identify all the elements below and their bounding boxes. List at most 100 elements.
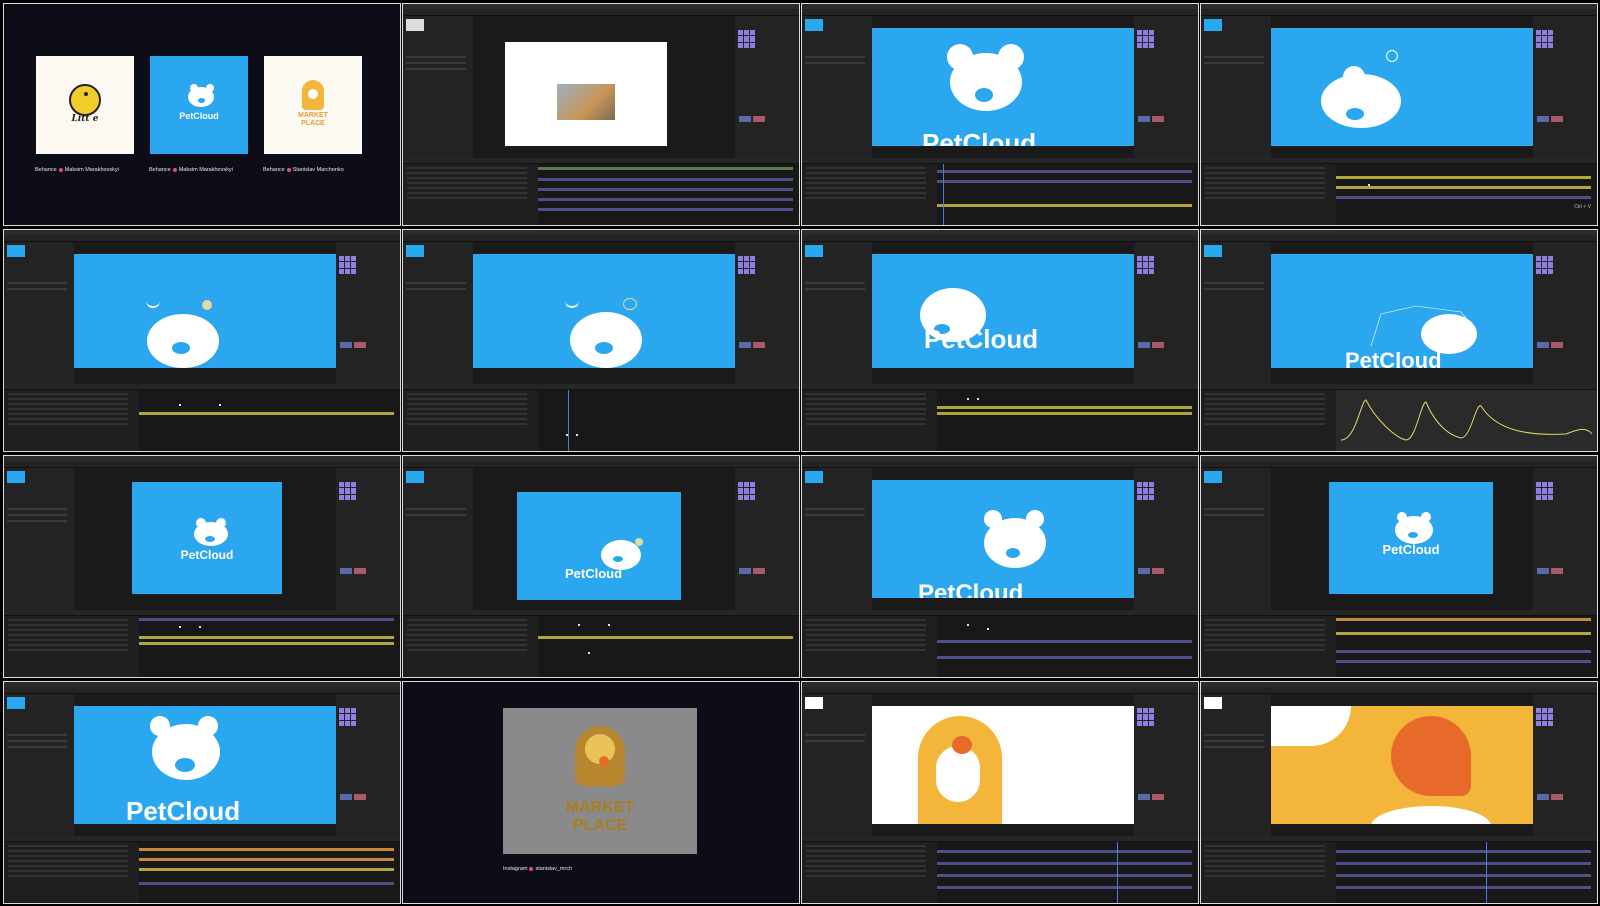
- effects-panel[interactable]: [735, 468, 799, 610]
- project-panel[interactable]: [1201, 16, 1271, 158]
- composition-viewer[interactable]: PetCloud: [872, 468, 1134, 610]
- effects-panel[interactable]: [735, 242, 799, 384]
- project-panel[interactable]: [403, 468, 473, 610]
- composition-viewer[interactable]: PetCloud: [872, 16, 1134, 158]
- tool-bar[interactable]: [1201, 461, 1597, 473]
- project-panel[interactable]: [403, 16, 473, 158]
- market-logo-showcase: MARKET PLACE Instagram stanislav_mrch: [402, 681, 800, 904]
- ae-frame-photo: [402, 3, 800, 226]
- ae-frame-petcloud-ears: PetCloud: [801, 455, 1199, 678]
- timeline-panel[interactable]: [802, 158, 1198, 225]
- dog-ear-icon: [952, 736, 972, 754]
- graph-editor-panel[interactable]: [1201, 384, 1597, 451]
- speed-graph: [1340, 399, 1593, 441]
- timeline-panel[interactable]: [403, 158, 799, 225]
- dog-head-icon: [308, 89, 318, 99]
- timeline-panel[interactable]: [4, 610, 400, 677]
- tool-bar[interactable]: [4, 235, 400, 247]
- ae-frame-market-dog: [801, 681, 1199, 904]
- composition-viewer[interactable]: PetCloud: [74, 694, 336, 836]
- composition-viewer[interactable]: PetCloud: [1271, 468, 1533, 610]
- project-panel[interactable]: [4, 242, 74, 384]
- project-panel[interactable]: [4, 468, 74, 610]
- petcloud-wordmark: PetCloud: [179, 111, 219, 121]
- timeline-panel[interactable]: [1201, 836, 1597, 903]
- project-panel[interactable]: [403, 242, 473, 384]
- timeline-panel[interactable]: [802, 610, 1198, 677]
- composition-viewer[interactable]: [1271, 694, 1533, 836]
- timeline-panel[interactable]: [802, 836, 1198, 903]
- project-panel[interactable]: [1201, 468, 1271, 610]
- dog-beak-icon: [922, 788, 938, 798]
- tool-bar[interactable]: [4, 687, 400, 699]
- project-panel[interactable]: [4, 694, 74, 836]
- petcloud-wordmark: PetCloud: [180, 548, 234, 562]
- tool-bar[interactable]: [802, 9, 1198, 21]
- composition-viewer[interactable]: [1271, 16, 1533, 158]
- effects-panel[interactable]: [1134, 468, 1198, 610]
- tool-bar[interactable]: [802, 687, 1198, 699]
- bell-icon: [202, 300, 212, 310]
- timeline-panel[interactable]: [403, 610, 799, 677]
- timeline-panel[interactable]: [1201, 610, 1597, 677]
- effects-panel[interactable]: [1134, 242, 1198, 384]
- composition-viewer[interactable]: PetCloud: [74, 468, 336, 610]
- dog-nose-icon: [599, 756, 609, 766]
- ae-frame-bear-eyes: [3, 229, 401, 452]
- tool-bar[interactable]: [4, 461, 400, 473]
- litte-logo-card: Litt e: [36, 56, 134, 154]
- project-panel[interactable]: [802, 242, 872, 384]
- timeline-panel[interactable]: [4, 384, 400, 451]
- effects-panel[interactable]: [1533, 468, 1597, 610]
- project-panel[interactable]: [802, 694, 872, 836]
- effects-panel[interactable]: [336, 242, 400, 384]
- ae-frame-petcloud-bell: PetCloud: [402, 455, 800, 678]
- bird-logo-icon: [69, 84, 101, 116]
- tool-bar[interactable]: [403, 461, 799, 473]
- effects-panel[interactable]: [735, 16, 799, 158]
- bird-eye-icon: [84, 92, 88, 96]
- petcloud-canvas: PetCloud: [872, 480, 1134, 598]
- tool-bar[interactable]: [1201, 235, 1597, 247]
- market-logo-card: MARKET PLACE: [264, 56, 362, 154]
- petcloud-canvas: [74, 254, 336, 368]
- tool-bar[interactable]: [1201, 687, 1597, 699]
- tool-bar[interactable]: [403, 9, 799, 21]
- composition-viewer[interactable]: PetCloud: [1271, 242, 1533, 384]
- effects-panel[interactable]: [1533, 242, 1597, 384]
- effects-panel[interactable]: [1134, 16, 1198, 158]
- composition-viewer[interactable]: [473, 242, 735, 384]
- project-panel[interactable]: [1201, 694, 1271, 836]
- timeline-panel[interactable]: [4, 836, 400, 903]
- tool-bar[interactable]: [802, 235, 1198, 247]
- project-panel[interactable]: [802, 468, 872, 610]
- composition-viewer[interactable]: [872, 694, 1134, 836]
- composition-viewer[interactable]: [473, 16, 735, 158]
- tool-bar[interactable]: [802, 461, 1198, 473]
- composition-viewer[interactable]: PetCloud: [473, 468, 735, 610]
- tool-bar[interactable]: [1201, 9, 1597, 21]
- closed-eye-icon: [146, 300, 160, 308]
- project-panel[interactable]: [802, 16, 872, 158]
- timeline-panel[interactable]: [1201, 158, 1597, 225]
- ae-frame-petcloud-reveal: PetCloud: [801, 229, 1199, 452]
- composition-viewer[interactable]: [74, 242, 336, 384]
- tool-bar[interactable]: [403, 235, 799, 247]
- effects-panel[interactable]: [336, 468, 400, 610]
- effects-panel[interactable]: [1533, 16, 1597, 158]
- petcloud-wordmark: PetCloud: [126, 796, 241, 824]
- effects-panel[interactable]: [1533, 694, 1597, 836]
- timeline-panel[interactable]: [403, 384, 799, 451]
- dog-photo: [557, 84, 615, 120]
- ae-frame-bear-draw: Ctrl + V: [1200, 3, 1598, 226]
- composition-viewer[interactable]: PetCloud: [872, 242, 1134, 384]
- shortcut-hint: Ctrl + V: [1574, 204, 1591, 210]
- behance-dot-icon: [172, 167, 177, 172]
- project-panel[interactable]: [1201, 242, 1271, 384]
- effects-panel[interactable]: [1134, 694, 1198, 836]
- effects-panel[interactable]: [336, 694, 400, 836]
- timeline-panel[interactable]: [802, 384, 1198, 451]
- petcloud-wordmark: PetCloud: [918, 580, 1024, 598]
- market-wordmark-line1: MARKET: [298, 112, 328, 119]
- tutorial-contact-sheet: Litt e PetCloud MARKET PLACE Behance Maks…: [0, 0, 1600, 906]
